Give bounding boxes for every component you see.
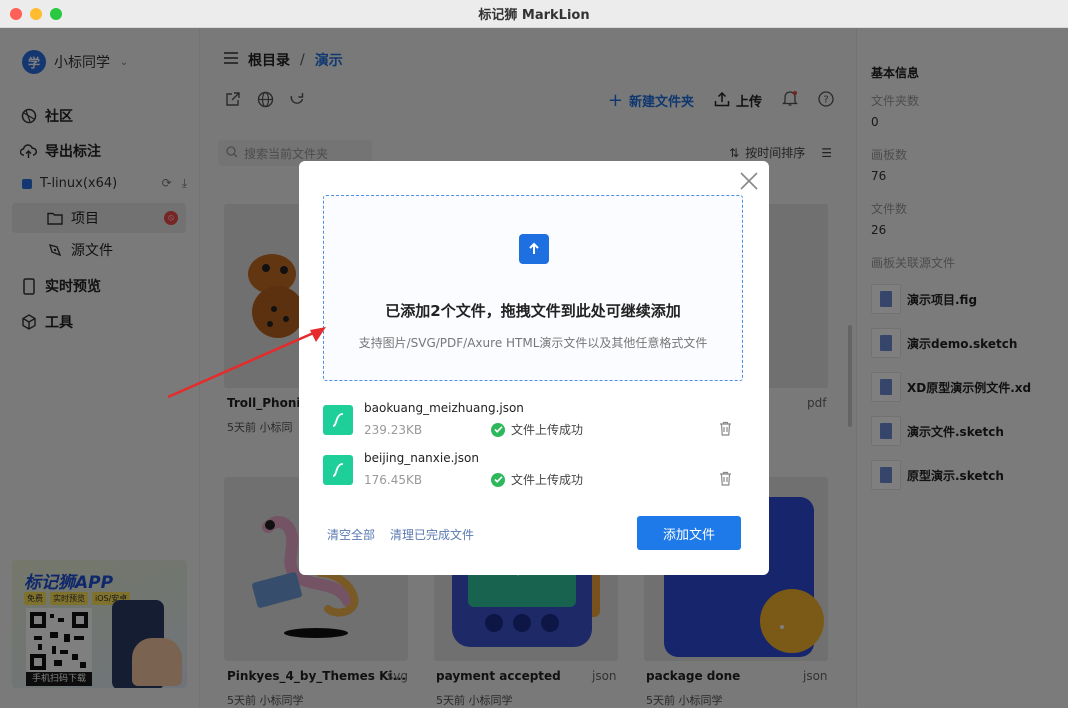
- upload-status: 文件上传成功: [491, 471, 583, 488]
- file-name: beijing_nanxie.json: [364, 451, 479, 465]
- title-bar: 标记狮 MarkLion: [0, 0, 1068, 28]
- clear-completed-button[interactable]: 清理已完成文件: [390, 526, 474, 543]
- trash-icon[interactable]: [717, 420, 733, 436]
- upload-arrow-icon: [519, 234, 549, 264]
- upload-dialog: 已添加2个文件，拖拽文件到此处可继续添加 支持图片/SVG/PDF/Axure …: [299, 161, 769, 575]
- upload-file-item: beijing_nanxie.json 176.45KB 文件上传成功: [323, 451, 743, 491]
- close-icon[interactable]: [739, 171, 759, 191]
- add-files-button[interactable]: 添加文件: [637, 516, 741, 550]
- check-circle-icon: [491, 422, 505, 437]
- file-size: 239.23KB: [364, 423, 423, 437]
- check-circle-icon: [491, 472, 505, 487]
- json-file-icon: [323, 455, 353, 485]
- trash-icon[interactable]: [717, 470, 733, 486]
- drop-zone-subtitle: 支持图片/SVG/PDF/Axure HTML演示文件以及其他任意格式文件: [358, 336, 708, 350]
- window-controls: [10, 8, 62, 20]
- upload-file-item: baokuang_meizhuang.json 239.23KB 文件上传成功: [323, 401, 743, 441]
- file-size: 176.45KB: [364, 473, 423, 487]
- upload-status-text: 文件上传成功: [511, 423, 584, 437]
- zoom-window-button[interactable]: [50, 8, 62, 20]
- file-name: baokuang_meizhuang.json: [364, 401, 524, 415]
- window-title: 标记狮 MarkLion: [478, 8, 590, 23]
- close-window-button[interactable]: [10, 8, 22, 20]
- json-file-icon: [323, 405, 353, 435]
- upload-status-text: 文件上传成功: [511, 473, 584, 487]
- minimize-window-button[interactable]: [30, 8, 42, 20]
- drop-zone[interactable]: 已添加2个文件，拖拽文件到此处可继续添加 支持图片/SVG/PDF/Axure …: [323, 195, 743, 381]
- clear-all-button[interactable]: 清空全部: [327, 526, 375, 543]
- upload-status: 文件上传成功: [491, 421, 583, 438]
- drop-zone-title: 已添加2个文件，拖拽文件到此处可继续添加: [385, 302, 681, 320]
